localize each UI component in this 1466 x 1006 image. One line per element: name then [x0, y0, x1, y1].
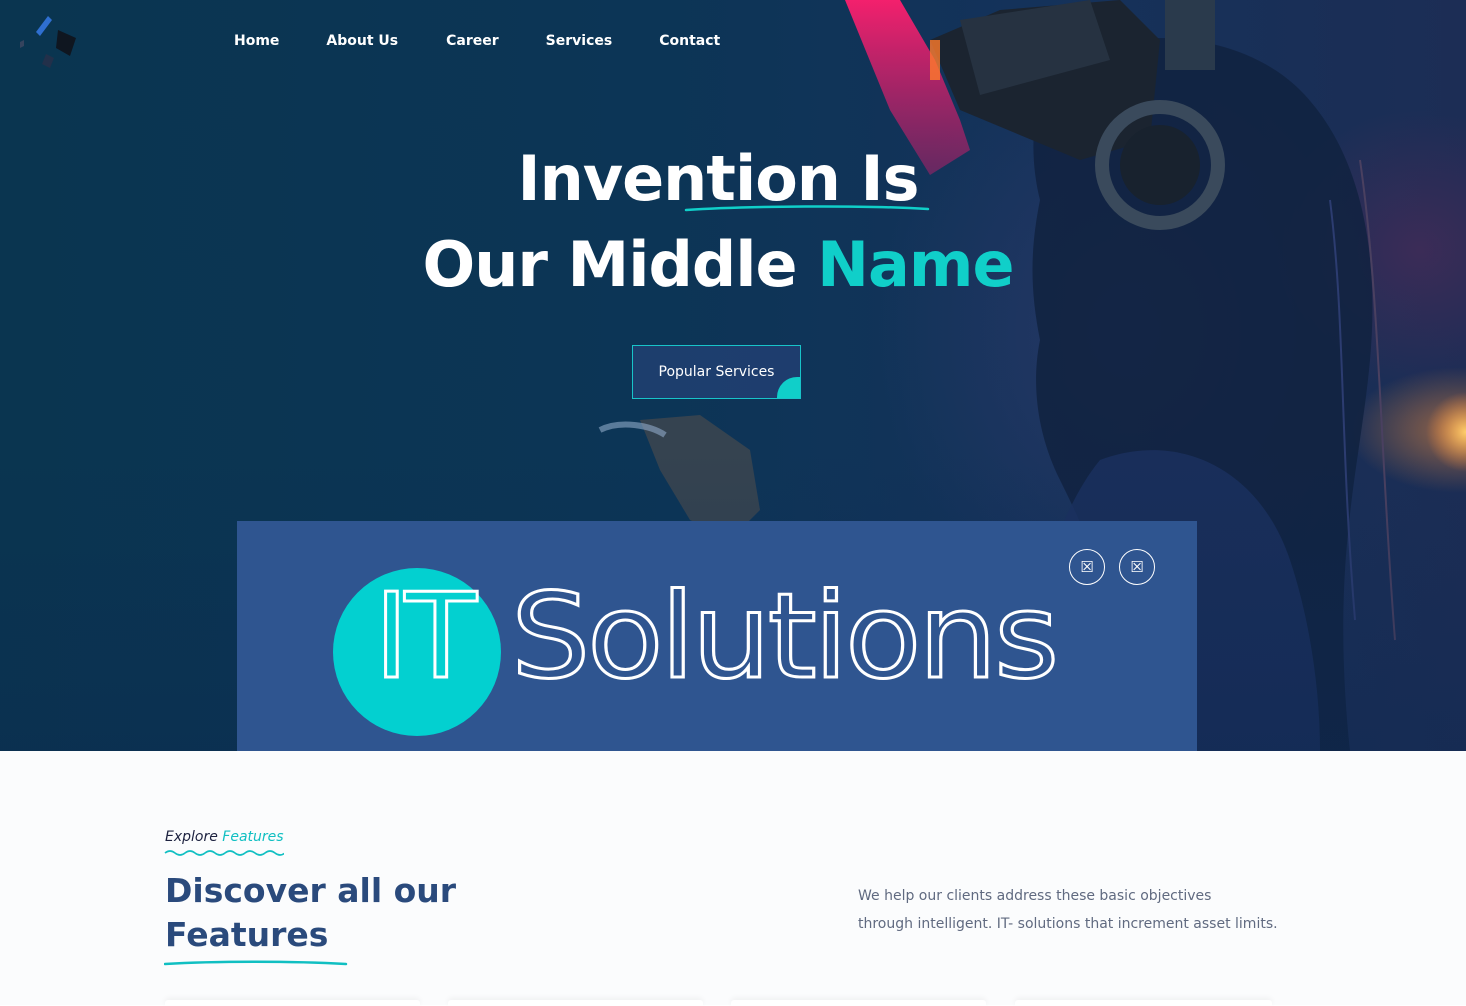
popular-services-button[interactable]: Popular Services	[632, 345, 801, 399]
feature-card[interactable]	[1015, 1000, 1272, 1006]
feature-card[interactable]	[731, 1000, 986, 1006]
nav-services[interactable]: Services	[546, 30, 613, 52]
button-corner-decoration	[777, 377, 800, 398]
features-description-line-2: through intelligent. IT- solutions that …	[858, 916, 1278, 932]
hero-section: Home About Us Career Services Contact In…	[0, 0, 1466, 751]
feature-card[interactable]	[165, 1000, 420, 1006]
nav-contact[interactable]: Contact	[659, 30, 720, 52]
heading-underline-decoration	[164, 960, 348, 966]
eyebrow-accent: Features	[222, 829, 284, 845]
site-logo[interactable]	[18, 12, 82, 76]
nav-home[interactable]: Home	[234, 30, 279, 52]
hero-title-line-2: Our Middle Name	[0, 222, 1436, 308]
main-nav: Home About Us Career Services Contact	[234, 30, 767, 52]
feature-card[interactable]	[448, 1000, 703, 1006]
features-heading-line-2: Features	[165, 915, 329, 954]
wordmark-solutions: Solutions	[511, 573, 1056, 693]
features-eyebrow: Explore Features	[165, 829, 284, 845]
features-heading-line-1: Discover all our	[165, 871, 457, 910]
eyebrow-prefix: Explore	[165, 829, 223, 845]
banner-prev-button[interactable]: ☒	[1069, 549, 1105, 585]
nav-about-us[interactable]: About Us	[326, 30, 398, 52]
banner-next-button[interactable]: ☒	[1119, 549, 1155, 585]
features-section: Explore Features Discover all our Featur…	[0, 751, 1466, 1006]
hero-title: Invention Is Our Middle Name	[0, 136, 1436, 308]
wordmark-it: IT	[374, 573, 478, 693]
box-x-icon: ☒	[1130, 558, 1144, 576]
box-x-icon: ☒	[1080, 558, 1094, 576]
hero-title-accent: Name	[817, 228, 1014, 301]
it-solutions-wordmark: IT Solutions	[374, 573, 1061, 693]
nav-career[interactable]: Career	[446, 30, 499, 52]
hero-title-line-2-prefix: Our Middle	[422, 228, 818, 301]
popular-services-button-label: Popular Services	[658, 364, 775, 380]
it-solutions-banner: IT Solutions ☒ ☒	[237, 521, 1197, 751]
features-description: We help our clients address these basic …	[858, 882, 1298, 938]
title-underline-decoration	[684, 205, 930, 212]
eyebrow-wave-decoration	[164, 850, 284, 856]
features-heading: Discover all our Features	[165, 869, 456, 957]
features-description-line-1: We help our clients address these basic …	[858, 888, 1212, 904]
